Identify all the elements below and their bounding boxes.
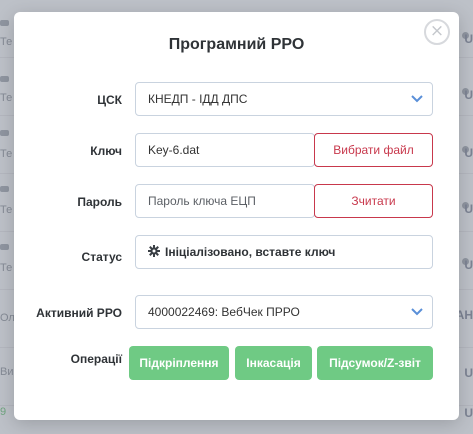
z-report-button[interactable]: Підсумок/Z-звіт [317, 346, 433, 380]
key-file-field[interactable]: Key-6.dat [135, 133, 315, 167]
reinforcement-button[interactable]: Підкріплення [129, 346, 229, 380]
active-rro-value: 4000022469: ВебЧек ПРРО [148, 305, 300, 319]
software-rro-dialog: Програмний РРО × ЦСК КНЕДП - ІДД ДПС Клю… [14, 12, 459, 420]
csk-label: ЦСК [97, 93, 122, 107]
gear-icon [148, 245, 160, 257]
status-text: Ініціалізовано, вставте ключ [165, 245, 336, 259]
choose-file-button[interactable]: Вибрати файл [314, 133, 433, 167]
password-placeholder: Пароль ключа ЕЦП [148, 194, 256, 208]
csk-select[interactable]: КНЕДП - ІДД ДПС [135, 82, 433, 116]
chevron-down-icon [411, 308, 423, 316]
chevron-down-icon [411, 95, 423, 103]
key-label: Ключ [90, 144, 122, 158]
status-field: Ініціалізовано, вставте ключ [135, 235, 433, 269]
active-rro-select[interactable]: 4000022469: ВебЧек ПРРО [135, 295, 433, 329]
operations-label: Операції [70, 352, 122, 366]
active-rro-label: Активний РРО [36, 306, 122, 320]
collection-button[interactable]: Інкасація [235, 346, 312, 380]
read-key-button[interactable]: Зчитати [314, 184, 433, 218]
status-label: Статус [81, 250, 122, 264]
password-input[interactable]: Пароль ключа ЕЦП [135, 184, 315, 218]
key-file-value: Key-6.dat [148, 143, 200, 157]
close-button[interactable]: × [424, 19, 450, 45]
password-label: Пароль [77, 195, 122, 209]
dialog-title: Програмний РРО [168, 36, 305, 53]
csk-select-value: КНЕДП - ІДД ДПС [148, 92, 248, 106]
